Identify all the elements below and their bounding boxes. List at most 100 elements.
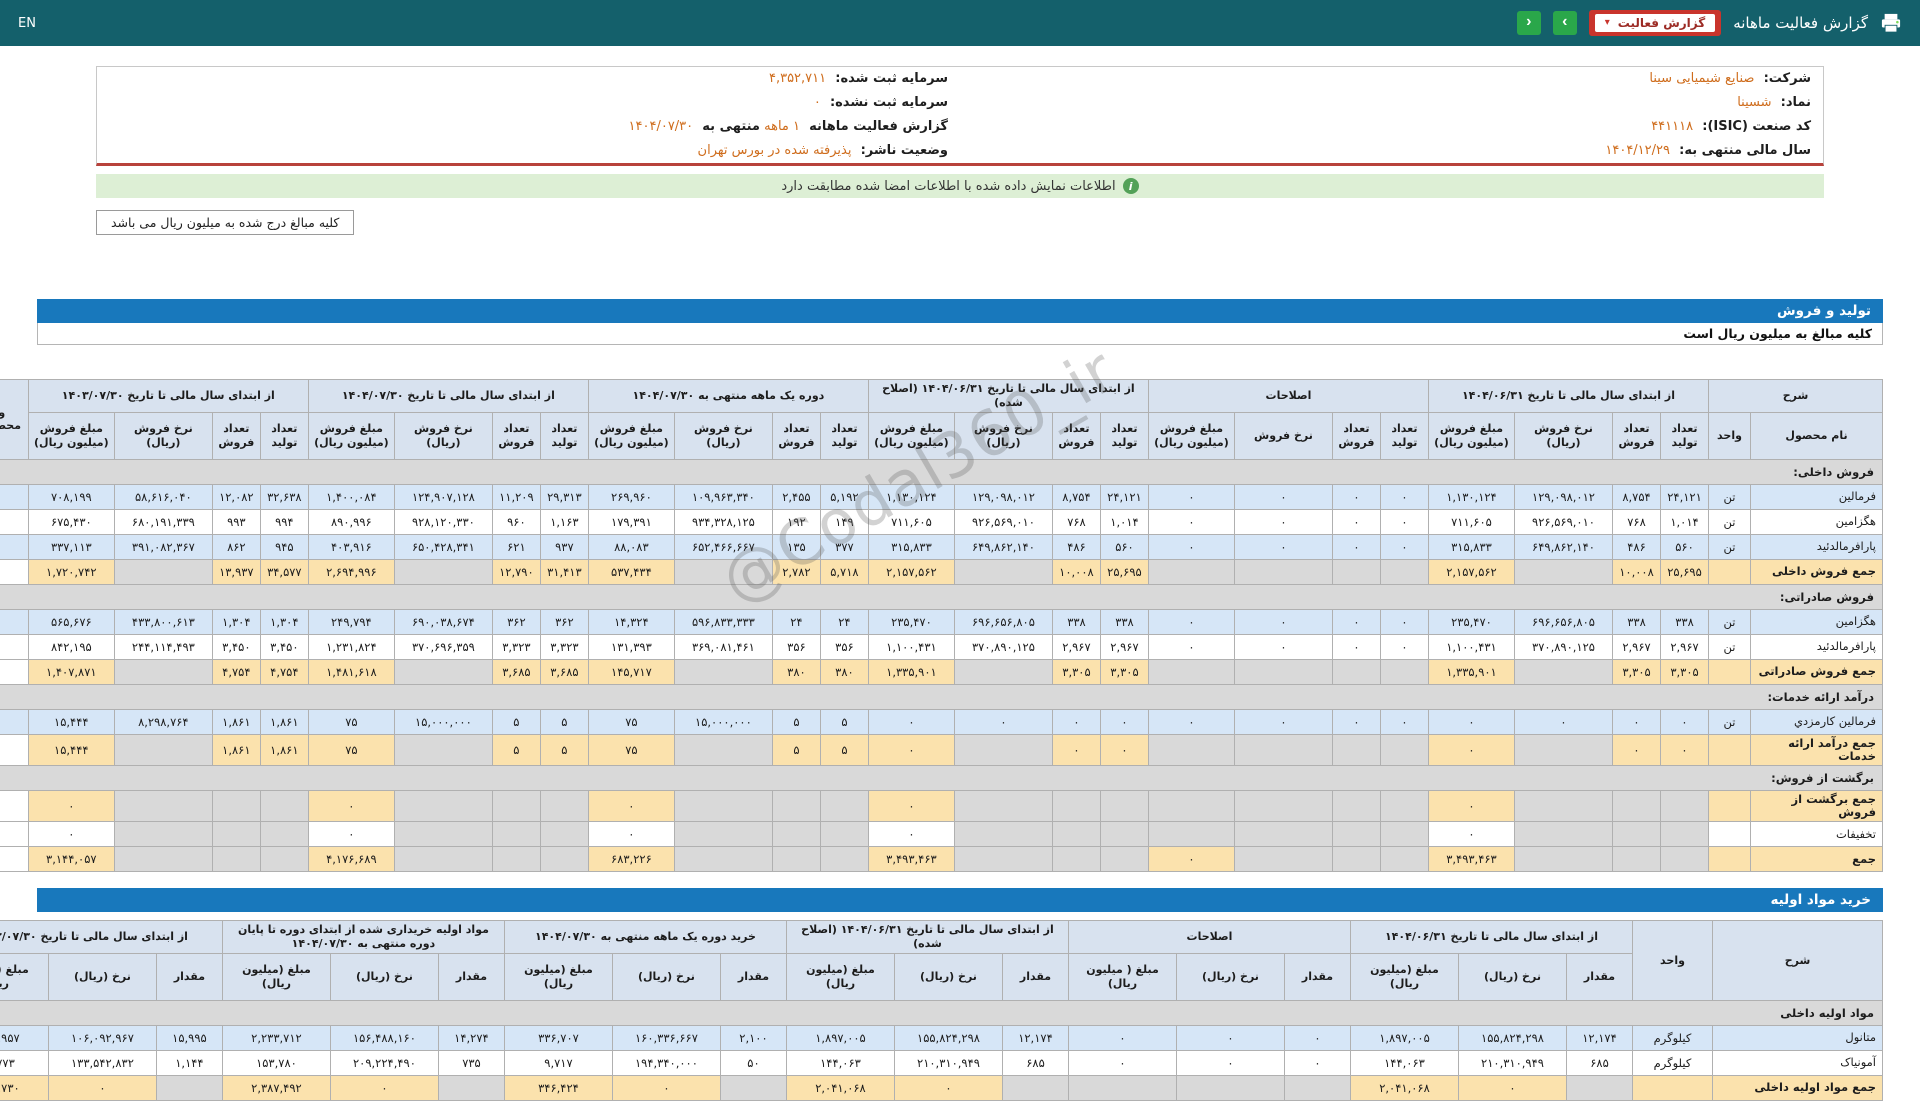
value-cell bbox=[1379, 821, 1429, 848]
section-production-sales: تولید و فروش bbox=[37, 299, 1883, 323]
info-label: شرکت: bbox=[1763, 71, 1811, 86]
value-cell: ۳,۴۵۰ bbox=[259, 633, 309, 660]
value-cell bbox=[393, 846, 493, 873]
table-row: پارافرمالدئید تن ۲,۹۶۷ ۲,۹۶۷ ۳۷۰,۸۹۰,۱۲۵ ۱,۱۰… bbox=[0, 633, 1883, 660]
column-header: واحد bbox=[1708, 411, 1751, 460]
status-cell bbox=[0, 789, 29, 823]
value-cell bbox=[1612, 846, 1661, 873]
value-cell: ۴۸۶ bbox=[1051, 533, 1101, 560]
value-cell bbox=[1331, 658, 1381, 685]
value-cell bbox=[1175, 1074, 1285, 1101]
value-cell: ۶۷۵,۴۳۰ bbox=[27, 508, 115, 535]
unit-cell bbox=[1708, 821, 1751, 848]
value-cell: ۱۳,۹۳۷ bbox=[211, 558, 261, 585]
value-cell: ۳۷۰,۶۹۶,۳۵۹ bbox=[393, 633, 493, 660]
value-cell: ۰ bbox=[1233, 483, 1333, 510]
value-cell: ۰ bbox=[1051, 708, 1101, 735]
value-cell: ۸۸,۰۸۳ bbox=[587, 533, 675, 560]
value-cell: ۱۲,۷۹۰ bbox=[491, 558, 541, 585]
value-cell bbox=[1514, 658, 1613, 685]
value-cell: ۴۸۶ bbox=[1612, 533, 1661, 560]
table-row: جمع درآمد ارائه خدمات ۰ ۰ ۰ ۰ ۰ ۰ ۵ ۵ ۷۵ ۵ ۵ ۷۵ ۱,۸۶۱… bbox=[0, 733, 1883, 766]
value-cell: ۷۵ bbox=[307, 708, 395, 735]
page-title: گزارش فعالیت ماهانه bbox=[1733, 14, 1868, 32]
value-cell: ۱۹۲ bbox=[771, 508, 821, 535]
table-row: جمع ۳,۴۹۳,۴۶۳ ۰ ۳,۴۹۳,۴۶۳ ۶۸۳,۲۲۶ ۴,۱۷۶,۶۸۹ ۳,… bbox=[0, 846, 1883, 873]
column-header: تعداد فروش bbox=[771, 411, 821, 460]
value-cell: ۰ bbox=[1379, 533, 1429, 560]
column-header: مقدار bbox=[719, 952, 787, 1001]
column-group-header: از ابتدای سال مالی تا تاریخ ۱۴۰۳/۰۷/۳۰ bbox=[27, 379, 309, 413]
value-cell: ۱,۸۹۷,۰۰۵ bbox=[1349, 1024, 1460, 1051]
status-cell: تولید bbox=[0, 633, 29, 660]
value-cell bbox=[1099, 789, 1149, 823]
value-cell: ۰ bbox=[1233, 608, 1333, 635]
value-cell: ۷۱۱,۶۰۵ bbox=[1427, 508, 1516, 535]
table-row: متانول کیلوگرم ۱۲,۱۷۴ ۱۵۵,۸۲۴,۲۹۸ ۱,۸۹۷,۰۰۵ ۰… bbox=[0, 1024, 1883, 1051]
value-cell: ۳۴۶,۴۲۴ bbox=[503, 1074, 613, 1101]
row-name-cell: فرمالین کارمزدي bbox=[1750, 708, 1883, 735]
value-cell bbox=[1233, 733, 1333, 766]
next-report-button[interactable]: › bbox=[1552, 11, 1577, 35]
value-cell bbox=[113, 658, 213, 685]
value-cell: ۱۴۹ bbox=[819, 508, 869, 535]
value-cell: ۸,۷۵۴ bbox=[1612, 483, 1661, 510]
value-cell: ۱,۲۳۱,۸۲۴ bbox=[307, 633, 395, 660]
section-label: مواد اولیه داخلی bbox=[0, 999, 1884, 1026]
value-cell: ۲۴۹,۷۹۴ bbox=[307, 608, 395, 635]
column-header: تعداد تولید bbox=[1379, 411, 1429, 460]
value-cell: ۴,۱۷۶,۶۸۹ bbox=[307, 846, 395, 873]
value-cell: ۵۶۰ bbox=[1660, 533, 1709, 560]
value-cell bbox=[1147, 558, 1235, 585]
value-cell bbox=[1379, 558, 1429, 585]
column-group-header: از ابتدای سال مالی تا تاریخ ۱۴۰۴/۰۶/۳۱ (… bbox=[867, 379, 1149, 413]
info-label: منتهی به bbox=[702, 119, 760, 134]
column-header: مبلغ فروش (میلیون ریال) bbox=[27, 411, 115, 460]
chevron-right-icon: › bbox=[1562, 13, 1568, 30]
value-cell: ۱,۰۱۴ bbox=[1660, 508, 1709, 535]
value-cell: ۰ bbox=[1099, 708, 1149, 735]
info-value: ۴۴۱۱۱۸ bbox=[1651, 119, 1694, 134]
column-header: مبلغ فروش (میلیون ریال) bbox=[587, 411, 675, 460]
report-type-dropdown[interactable]: گزارش فعالیت ▾ bbox=[1588, 10, 1722, 36]
value-cell bbox=[1233, 821, 1333, 848]
value-cell: ۱,۰۱۴ bbox=[1099, 508, 1149, 535]
value-cell: ۳۶۲ bbox=[539, 608, 589, 635]
value-cell: ۹۲۶,۵۶۹,۰۱۰ bbox=[1514, 508, 1613, 535]
language-toggle[interactable]: EN bbox=[18, 16, 36, 31]
value-cell: ۰ bbox=[1331, 708, 1381, 735]
value-cell: ۲۱۰,۳۱۰,۹۴۹ bbox=[893, 1049, 1003, 1076]
value-cell: ۲۳۵,۴۷۰ bbox=[1427, 608, 1516, 635]
value-cell: ۷۶۸ bbox=[1051, 508, 1101, 535]
value-cell bbox=[1514, 789, 1613, 823]
value-cell: ۰ bbox=[27, 789, 115, 823]
info-company: شرکت: صنایع شیمیایی سینا bbox=[960, 67, 1823, 91]
value-cell: ۴,۷۵۴ bbox=[259, 658, 309, 685]
value-cell: ۶۸۰,۱۹۱,۳۳۹ bbox=[113, 508, 213, 535]
value-cell: ۶۸۵ bbox=[1001, 1049, 1069, 1076]
row-name-cell: متانول bbox=[1712, 1024, 1883, 1051]
value-cell bbox=[1233, 846, 1333, 873]
value-cell bbox=[1051, 789, 1101, 823]
info-fiscal-year-end: سال مالی منتهی به: ۱۴۰۴/۱۲/۲۹ bbox=[960, 139, 1823, 163]
table-row: تخفیفات ۰ ۰ ۰ ۰ ۰ bbox=[0, 821, 1883, 848]
row-name-cell: جمع مواد اولیه داخلی bbox=[1712, 1074, 1883, 1101]
value-cell: ۰ bbox=[867, 789, 955, 823]
column-header: مقدار bbox=[1566, 952, 1633, 1001]
value-cell: ۹۶۰ bbox=[491, 508, 541, 535]
unit-cell: تن bbox=[1708, 633, 1751, 660]
value-cell: ۷۶۸ bbox=[1612, 508, 1661, 535]
previous-report-button[interactable]: ‹ bbox=[1516, 11, 1541, 35]
value-cell: ۳۶۹,۰۸۱,۴۶۱ bbox=[673, 633, 773, 660]
value-cell bbox=[1612, 821, 1661, 848]
value-cell bbox=[1660, 846, 1709, 873]
value-cell: ۳۸۰ bbox=[771, 658, 821, 685]
value-cell: ۱۱,۲۰۹ bbox=[491, 483, 541, 510]
value-cell bbox=[393, 733, 493, 766]
row-name-cell: جمع برگشت از فروش bbox=[1750, 789, 1883, 823]
value-cell: ۰ bbox=[27, 821, 115, 848]
column-header: نرخ فروش (ریال) bbox=[1514, 411, 1613, 460]
value-cell bbox=[113, 846, 213, 873]
value-cell: ۲۹,۳۱۳ bbox=[539, 483, 589, 510]
value-cell: ۰ bbox=[1067, 1049, 1177, 1076]
